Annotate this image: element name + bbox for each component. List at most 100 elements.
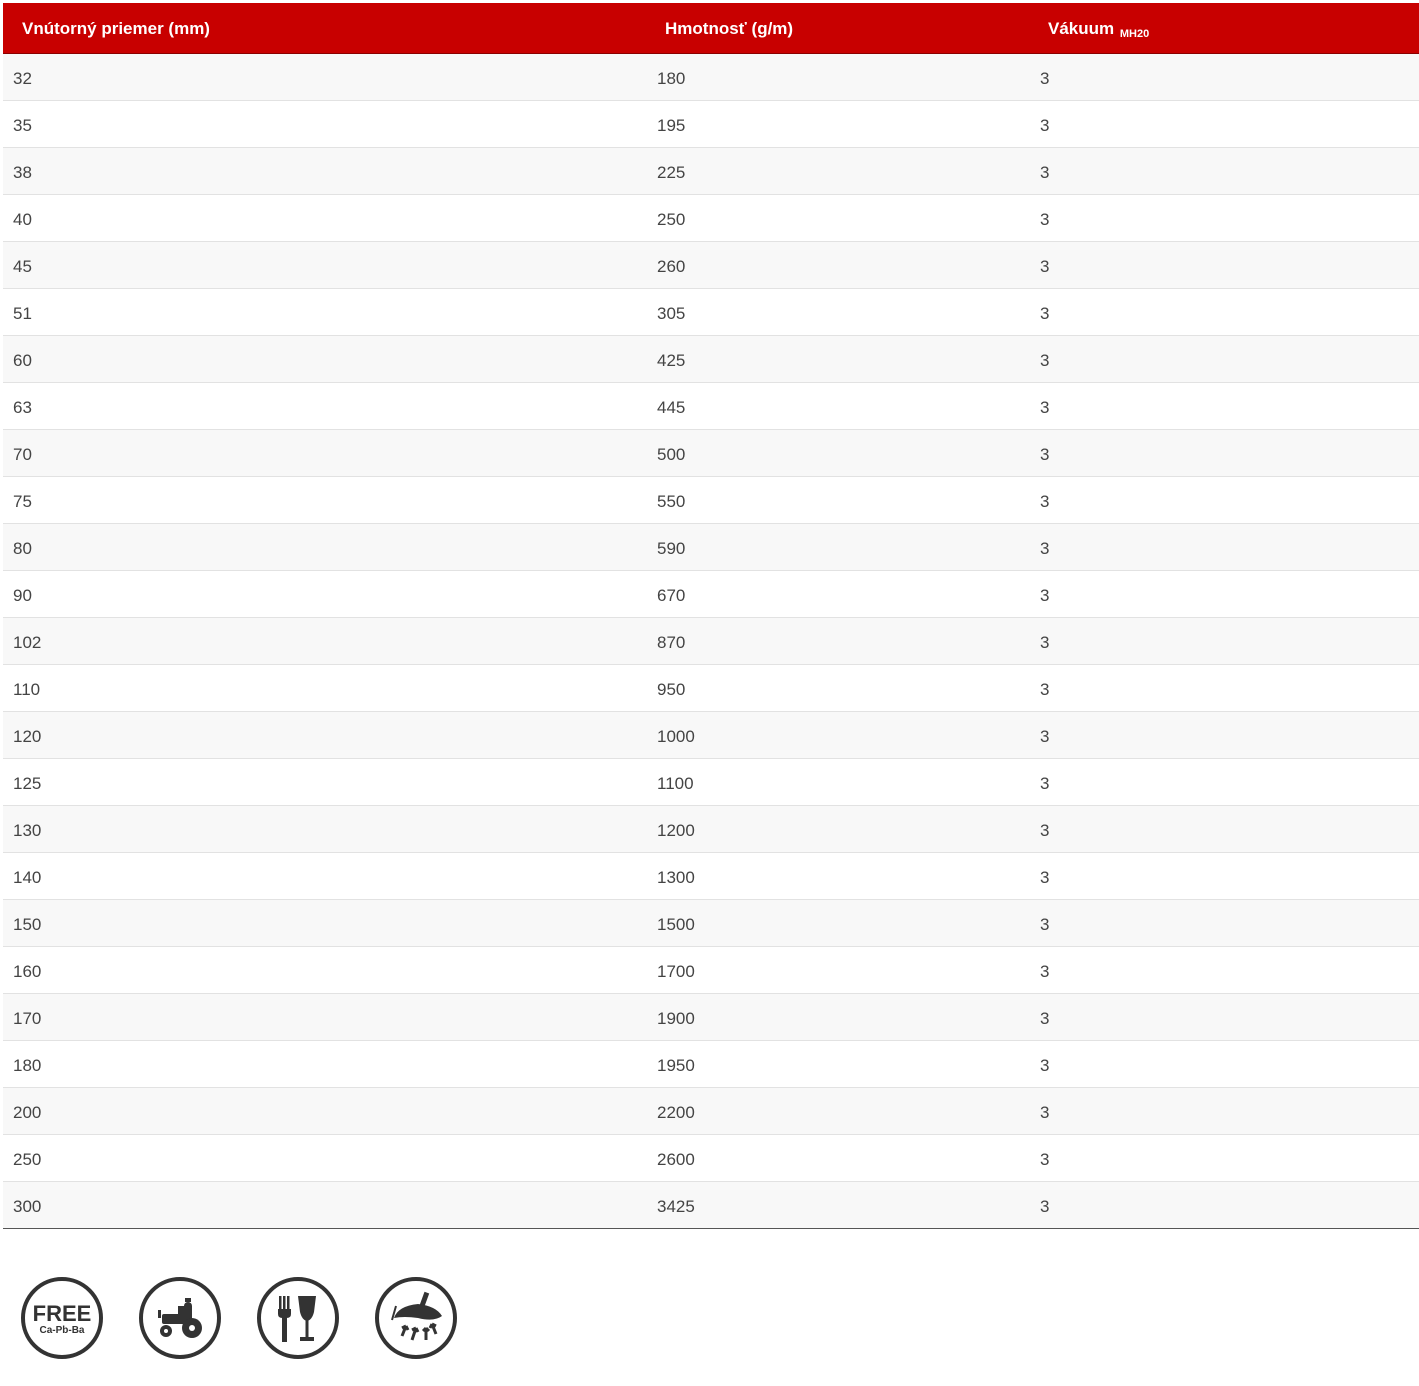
header-vacuum-label: Vákuum: [1048, 19, 1115, 38]
table-row: 180 1950 3: [3, 1041, 1419, 1088]
cell-diameter: 170: [13, 1009, 42, 1028]
cell-diameter: 250: [13, 1150, 42, 1169]
cell-vacuum: 3: [1040, 1150, 1050, 1169]
header-diameter: Vnútorný priemer (mm): [22, 19, 210, 38]
cell-vacuum: 3: [1040, 351, 1050, 370]
table-row: 140 1300 3: [3, 853, 1419, 900]
cell-weight: 305: [657, 304, 686, 323]
cell-vacuum: 3: [1040, 445, 1050, 464]
table-row: 80 590 3: [3, 524, 1419, 571]
cell-diameter: 300: [13, 1197, 42, 1216]
table-header: Vnútorný priemer (mm) Hmotnosť (g/m) Vák…: [3, 3, 1419, 54]
cell-vacuum: 3: [1040, 868, 1050, 887]
table-row: 38 225 3: [3, 148, 1419, 195]
cell-diameter: 102: [13, 633, 42, 652]
cell-weight: 3425: [657, 1197, 695, 1216]
table-row: 75 550 3: [3, 477, 1419, 524]
free-icon-text: FREE: [33, 1301, 92, 1326]
cell-vacuum: 3: [1040, 1009, 1050, 1028]
cell-diameter: 40: [13, 210, 32, 229]
cell-vacuum: 3: [1040, 680, 1050, 699]
table-row: 125 1100 3: [3, 759, 1419, 806]
cell-weight: 1700: [657, 962, 695, 981]
table-row: 102 870 3: [3, 618, 1419, 665]
cell-weight: 870: [657, 633, 686, 652]
cell-diameter: 70: [13, 445, 32, 464]
cell-weight: 670: [657, 586, 686, 605]
cell-weight: 195: [657, 116, 686, 135]
cell-diameter: 45: [13, 257, 32, 276]
cell-vacuum: 3: [1040, 539, 1050, 558]
cell-weight: 445: [657, 398, 686, 417]
cell-vacuum: 3: [1040, 398, 1050, 417]
free-ca-pb-ba-icon: FREE Ca-Pb-Ba: [20, 1276, 104, 1360]
table-row: 130 1200 3: [3, 806, 1419, 853]
cell-diameter: 200: [13, 1103, 42, 1122]
cell-diameter: 130: [13, 821, 42, 840]
cell-weight: 260: [657, 257, 686, 276]
header-vacuum-unit: MH20: [1119, 28, 1150, 40]
table-row: 70 500 3: [3, 430, 1419, 477]
cell-vacuum: 3: [1040, 492, 1050, 511]
table-row: 170 1900 3: [3, 994, 1419, 1041]
table-row: 120 1000 3: [3, 712, 1419, 759]
cell-vacuum: 3: [1040, 821, 1050, 840]
free-icon-subtext: Ca-Pb-Ba: [39, 1325, 84, 1336]
cell-diameter: 140: [13, 868, 42, 887]
product-table: Vnútorný priemer (mm) Hmotnosť (g/m) Vák…: [3, 3, 1419, 1229]
cell-vacuum: 3: [1040, 1103, 1050, 1122]
table-body: 32 180 3 35 195 3 38 225 3 40 250 3 45 260 3 51 305 3 60 42…: [3, 54, 1419, 1229]
cell-diameter: 32: [13, 69, 32, 88]
cell-vacuum: 3: [1040, 586, 1050, 605]
cell-vacuum: 3: [1040, 1197, 1050, 1216]
cell-weight: 500: [657, 445, 686, 464]
table-row: 51 305 3: [3, 289, 1419, 336]
cell-weight: 425: [657, 351, 686, 370]
cell-diameter: 38: [13, 163, 32, 182]
header-weight: Hmotnosť (g/m): [665, 19, 794, 38]
cell-diameter: 35: [13, 116, 32, 135]
cell-weight: 1200: [657, 821, 695, 840]
cell-diameter: 125: [13, 774, 42, 793]
cell-weight: 225: [657, 163, 686, 182]
cell-weight: 2600: [657, 1150, 695, 1169]
cell-diameter: 90: [13, 586, 32, 605]
table-row: 60 425 3: [3, 336, 1419, 383]
cell-vacuum: 3: [1040, 257, 1050, 276]
cell-weight: 950: [657, 680, 686, 699]
cell-vacuum: 3: [1040, 69, 1050, 88]
cell-vacuum: 3: [1040, 962, 1050, 981]
table-row: 35 195 3: [3, 101, 1419, 148]
cell-vacuum: 3: [1040, 163, 1050, 182]
cell-vacuum: 3: [1040, 210, 1050, 229]
table-row: 40 250 3: [3, 195, 1419, 242]
table-row: 200 2200 3: [3, 1088, 1419, 1135]
cell-weight: 1000: [657, 727, 695, 746]
cell-diameter: 75: [13, 492, 32, 511]
cell-diameter: 63: [13, 398, 32, 417]
cell-diameter: 60: [13, 351, 32, 370]
table-row: 32 180 3: [3, 54, 1419, 101]
header-vacuum: Vákuum MH20: [1048, 19, 1150, 40]
cell-diameter: 150: [13, 915, 42, 934]
agriculture-tractor-icon: [138, 1276, 222, 1360]
cell-diameter: 160: [13, 962, 42, 981]
cell-diameter: 51: [13, 304, 32, 323]
cell-weight: 1100: [657, 774, 694, 793]
cell-weight: 590: [657, 539, 686, 558]
table-row: 45 260 3: [3, 242, 1419, 289]
cell-diameter: 80: [13, 539, 32, 558]
cell-vacuum: 3: [1040, 304, 1050, 323]
cell-vacuum: 3: [1040, 116, 1050, 135]
table-row: 150 1500 3: [3, 900, 1419, 947]
cell-weight: 1950: [657, 1056, 695, 1075]
cell-weight: 1500: [657, 915, 695, 934]
cell-weight: 1300: [657, 868, 695, 887]
cell-vacuum: 3: [1040, 633, 1050, 652]
cell-vacuum: 3: [1040, 1056, 1050, 1075]
cell-weight: 2200: [657, 1103, 695, 1122]
cell-vacuum: 3: [1040, 915, 1050, 934]
cell-weight: 250: [657, 210, 686, 229]
cell-weight: 1900: [657, 1009, 695, 1028]
cell-vacuum: 3: [1040, 727, 1050, 746]
